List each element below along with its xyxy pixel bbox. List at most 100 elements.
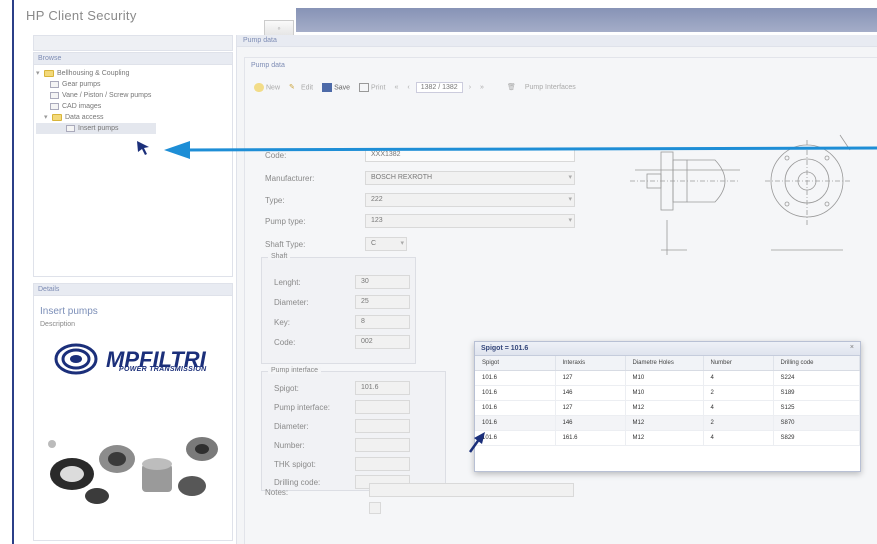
- details-title: Insert pumps: [40, 306, 98, 317]
- edit-icon: ✎: [289, 83, 295, 91]
- last-record-icon[interactable]: »: [477, 84, 487, 91]
- shaft-legend: Shaft: [268, 253, 291, 260]
- print-icon: [359, 82, 370, 92]
- new-icon: [254, 82, 264, 92]
- titlebar-button[interactable]: ◦: [264, 20, 294, 36]
- shaft-type-label: Shaft Type:: [265, 240, 306, 249]
- tree-item-gear-pumps[interactable]: Gear pumps: [36, 79, 232, 90]
- thk-spigot-input[interactable]: [355, 457, 410, 471]
- form-header: Pump data: [251, 62, 285, 69]
- tree-item-bellhousing[interactable]: ▾ Bellhousing & Coupling: [36, 68, 232, 79]
- record-pager[interactable]: 1382 / 1382: [415, 81, 463, 93]
- document-icon: [50, 103, 59, 110]
- annotation-arrow-icon: [468, 432, 485, 453]
- next-record-icon[interactable]: ›: [466, 84, 474, 91]
- prev-record-icon[interactable]: ‹: [404, 84, 412, 91]
- close-icon[interactable]: ×: [850, 344, 854, 351]
- tree-item-cad-images[interactable]: CAD images: [36, 101, 232, 112]
- spigot-table: Spigot Interaxis Diametre Holes Number D…: [475, 356, 860, 446]
- shaft-code-input[interactable]: 002: [355, 335, 410, 349]
- notes-input[interactable]: [369, 483, 574, 497]
- pump-type-select[interactable]: 123 ▾: [365, 214, 575, 228]
- column-header-drilling-code[interactable]: Drilling code: [773, 356, 860, 371]
- notes-checkbox[interactable]: [369, 502, 381, 514]
- drilling-code-label: Drilling code:: [274, 478, 321, 487]
- key-label: Key:: [274, 318, 291, 327]
- type-label: Type:: [265, 196, 285, 205]
- dropdown-icon: ▾: [568, 217, 572, 224]
- interface-diameter-label: Diameter:: [274, 422, 309, 431]
- pump-interface-label: Pump interface:: [274, 403, 331, 412]
- details-description-label: Description: [40, 321, 76, 328]
- logo-subtitle: POWER TRANSMISSION: [119, 366, 207, 373]
- new-button[interactable]: New: [251, 82, 283, 92]
- folder-icon: [52, 114, 62, 121]
- document-icon: [50, 81, 59, 88]
- table-row[interactable]: 101.6 146 M10 2 S189: [475, 385, 860, 401]
- column-header-spigot[interactable]: Spigot: [475, 356, 556, 371]
- column-header-interaxis[interactable]: Interaxis: [555, 356, 626, 371]
- app-title: HP Client Security: [26, 8, 137, 23]
- table-row[interactable]: 101.6 146 M12 2 S870: [475, 415, 860, 431]
- pump-type-label: Pump type:: [265, 217, 306, 226]
- spigot-label: Spigot:: [274, 384, 299, 393]
- diameter-label: Diameter:: [274, 298, 309, 307]
- delete-icon[interactable]: 🗑: [504, 83, 519, 91]
- pump-interface-legend: Pump interface: [268, 367, 322, 374]
- record-toolbar: New ✎ Edit Save Print « ‹ 1382 / 1382 › »…: [251, 78, 579, 96]
- edit-button[interactable]: ✎ Edit: [286, 83, 316, 92]
- column-header-diametre-holes[interactable]: Diametre Holes: [625, 356, 704, 371]
- shaft-fieldset: Shaft Lenght: 30 Diameter: 25 Key: 8 Cod…: [261, 253, 416, 364]
- product-parts-image: [48, 437, 218, 504]
- table-row[interactable]: 101.6 127 M12 4 S125: [475, 400, 860, 416]
- annotation-arrow-icon: [164, 141, 877, 159]
- dropdown-icon: ▾: [568, 196, 572, 203]
- print-button[interactable]: Print: [356, 82, 388, 92]
- save-icon: [322, 82, 333, 92]
- popup-title: Spigot = 101.6: [481, 345, 529, 352]
- table-row[interactable]: 101.6 127 M10 4 S224: [475, 370, 860, 386]
- type-select[interactable]: 222 ▾: [365, 193, 575, 207]
- shaft-code-label: Code:: [274, 338, 296, 347]
- tree-view: ▾ Bellhousing & Coupling Gear pumps Vane …: [34, 65, 232, 134]
- table-row[interactable]: 101.6 161.6 M12 4 S829: [475, 430, 860, 446]
- browse-header: Browse: [34, 53, 232, 65]
- browse-panel: Browse ▾ Bellhousing & Coupling Gear pump…: [33, 52, 233, 277]
- first-record-icon[interactable]: «: [391, 84, 401, 91]
- save-button[interactable]: Save: [319, 82, 353, 92]
- tree-item-data-access[interactable]: ▾ Data access: [36, 112, 232, 123]
- key-input[interactable]: 8: [355, 315, 410, 329]
- document-icon: [50, 92, 59, 99]
- shaft-type-select[interactable]: C ▾: [365, 237, 407, 251]
- popup-header: Spigot = 101.6 ×: [475, 342, 860, 356]
- interfaces-button[interactable]: Pump Interfaces: [522, 84, 579, 91]
- thk-spigot-label: THK spigot:: [274, 460, 316, 469]
- details-header: Details: [34, 284, 232, 296]
- document-icon: [66, 125, 75, 132]
- top-bar: [296, 8, 877, 32]
- manufacturer-select[interactable]: BOSCH REXROTH ▾: [365, 171, 575, 185]
- mpfiltri-logo: MPFILTRI: [54, 343, 207, 375]
- details-panel: Details Insert pumps Description MPFILTR…: [33, 283, 233, 541]
- tree-item-vane-pumps[interactable]: Vane / Piston / Screw pumps: [36, 90, 232, 101]
- number-input[interactable]: [355, 438, 410, 452]
- folder-icon: [44, 70, 54, 77]
- tree-item-insert-pumps[interactable]: Insert pumps: [36, 123, 156, 134]
- pump-interface-input[interactable]: [355, 400, 410, 414]
- diameter-input[interactable]: 25: [355, 295, 410, 309]
- notes-label: Notes:: [265, 488, 289, 497]
- dropdown-icon: ▾: [568, 174, 572, 181]
- number-label: Number:: [274, 441, 305, 450]
- spigot-input[interactable]: 101.6: [355, 381, 410, 395]
- manufacturer-label: Manufacturer:: [265, 174, 315, 183]
- interface-diameter-input[interactable]: [355, 419, 410, 433]
- length-label: Lenght:: [274, 278, 301, 287]
- column-header-number[interactable]: Number: [703, 356, 774, 371]
- dropdown-icon: ▾: [400, 240, 404, 247]
- length-input[interactable]: 30: [355, 275, 410, 289]
- expand-icon[interactable]: ▾: [36, 68, 44, 79]
- left-toolbar-strip: ‹: [33, 35, 240, 51]
- spigot-popup: Spigot = 101.6 × Spigot Interaxis Diamet…: [474, 341, 861, 472]
- main-header: Pump data: [237, 35, 877, 47]
- expand-icon[interactable]: ▾: [44, 112, 52, 123]
